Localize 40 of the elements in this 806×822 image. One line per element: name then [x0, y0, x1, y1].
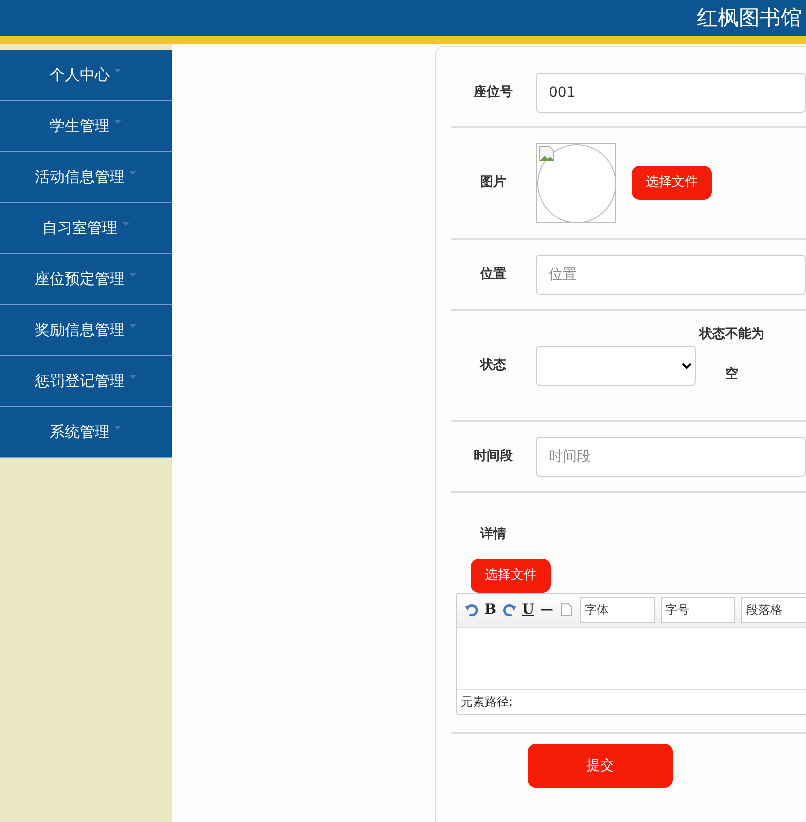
- caret-icon: [114, 426, 122, 430]
- sidebar-item[interactable]: 系统管理: [0, 407, 172, 458]
- toolbar-dropdown[interactable]: 段落格: [741, 597, 806, 623]
- field-label: 图片: [480, 174, 508, 192]
- input-field[interactable]: 时间段: [536, 436, 806, 476]
- underline-button[interactable]: U: [522, 600, 534, 620]
- field-label: 时间段: [473, 448, 514, 466]
- field-label: 位置: [479, 266, 508, 284]
- undo-icon[interactable]: [465, 603, 479, 617]
- caret-icon: [114, 69, 122, 73]
- field-label: 座位号: [472, 84, 514, 102]
- input-field[interactable]: 001: [536, 73, 806, 113]
- field-label: 状态: [478, 356, 508, 375]
- field-label: 详情: [479, 526, 508, 544]
- input-field[interactable]: 位置: [536, 254, 806, 294]
- sidebar-item[interactable]: 学生管理: [0, 101, 172, 152]
- submit-button[interactable]: 提交: [528, 744, 673, 788]
- sidebar-item[interactable]: 自习室管理: [0, 203, 172, 254]
- caret-icon: [129, 324, 137, 328]
- sidebar-item[interactable]: 惩罚登记管理: [0, 356, 172, 407]
- caret-icon: [129, 273, 137, 277]
- page-icon[interactable]: [560, 603, 574, 617]
- sidebar-item[interactable]: 奖励信息管理: [0, 305, 172, 356]
- toolbar-dropdown[interactable]: 字体: [580, 597, 655, 623]
- caret-icon: [114, 120, 122, 124]
- sidebar-item[interactable]: 活动信息管理: [0, 152, 172, 203]
- bold-button[interactable]: B: [484, 600, 497, 620]
- error-message: 状态不能为空: [698, 326, 766, 384]
- caret-icon: [122, 222, 130, 226]
- choose-file-button[interactable]: 选择文件: [632, 166, 712, 200]
- sidebar-item[interactable]: 个人中心: [0, 50, 172, 101]
- choose-file-button[interactable]: 选择文件: [471, 558, 551, 592]
- element-path-text: 元素路径:: [460, 694, 514, 710]
- redo-icon[interactable]: [502, 603, 516, 617]
- site-title: 红枫图书馆: [697, 5, 803, 32]
- sidebar-item[interactable]: 座位预定管理: [0, 254, 172, 305]
- broken-image-icon: [539, 146, 555, 162]
- caret-icon: [129, 171, 137, 175]
- caret-icon: [129, 375, 137, 379]
- toolbar-dropdown[interactable]: 字号: [660, 597, 736, 623]
